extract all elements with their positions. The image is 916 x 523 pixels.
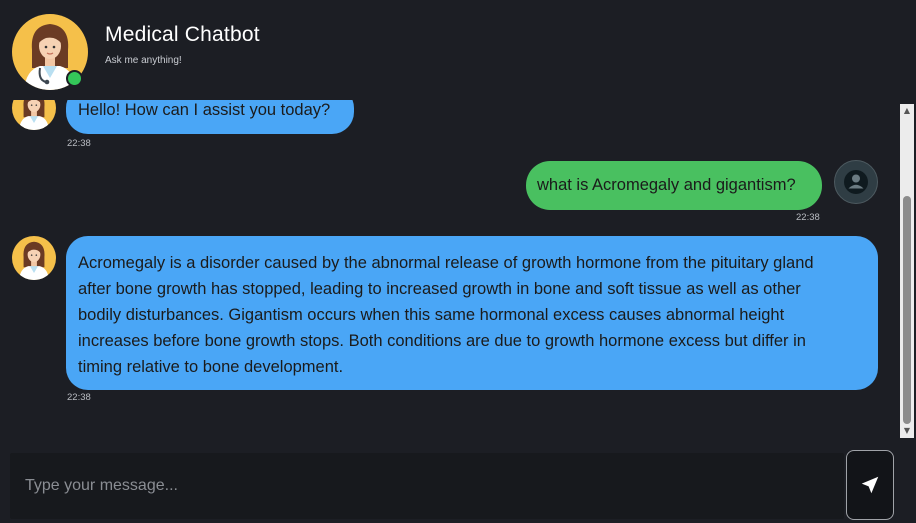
message-line: increases before bone growth stops. Both… <box>78 332 806 350</box>
bot-avatar-icon <box>12 100 56 130</box>
message-text: Hello! How can I assist you today? <box>78 101 331 119</box>
message-text: what is Acromegaly and gigantism? <box>537 176 796 194</box>
message-timestamp: 22:38 <box>67 138 91 149</box>
chat-window: Medical Chatbot Ask me anything! Hello! … <box>0 0 916 523</box>
message-timestamp: 22:38 <box>796 212 820 223</box>
chat-scrollbar[interactable]: ▲ ▼ <box>900 104 914 438</box>
chat-subtitle: Ask me anything! <box>105 55 182 66</box>
chat-header: Medical Chatbot Ask me anything! <box>0 0 916 100</box>
user-message-bubble: what is Acromegaly and gigantism? <box>526 161 822 210</box>
send-button[interactable] <box>846 450 894 520</box>
send-icon <box>861 476 879 494</box>
scroll-down-arrow-icon[interactable]: ▼ <box>900 424 914 438</box>
scroll-up-arrow-icon[interactable]: ▲ <box>900 104 914 118</box>
bot-message-bubble: Hello! How can I assist you today? <box>66 100 354 134</box>
message-line: Acromegaly is a disorder caused by the a… <box>78 254 814 272</box>
user-avatar-icon <box>834 160 878 204</box>
message-input-container <box>10 453 844 519</box>
bot-message-bubble: Acromegaly is a disorder caused by the a… <box>66 236 878 390</box>
chat-title: Medical Chatbot <box>105 23 260 46</box>
message-line: after bone growth has stopped, leading t… <box>78 280 801 298</box>
message-line: timing relative to bone development. <box>78 358 344 376</box>
message-timestamp: 22:38 <box>67 392 91 403</box>
message-line: bodily disturbances. Gigantism occurs wh… <box>78 306 785 324</box>
scrollbar-thumb[interactable] <box>903 196 911 424</box>
online-status-dot <box>66 70 83 87</box>
message-input[interactable] <box>10 453 844 519</box>
message-list: Hello! How can I assist you today? 22:38… <box>0 100 900 450</box>
bot-avatar-icon <box>12 236 56 280</box>
